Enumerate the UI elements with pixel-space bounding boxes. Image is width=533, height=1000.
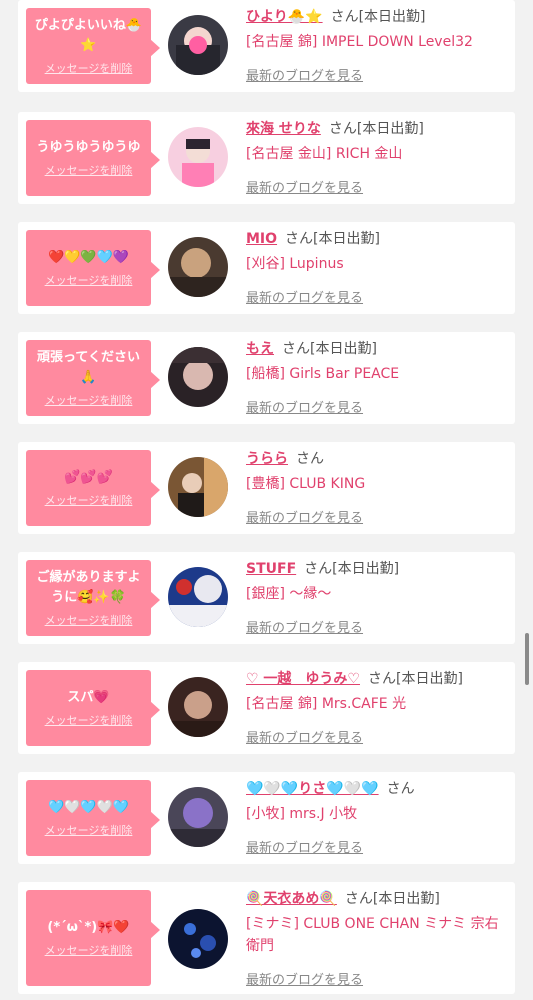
status-text: [本日出勤] [372,891,440,907]
latest-blog-link[interactable]: 最新のブログを見る [246,617,363,636]
shop-text: [名古屋 金山] RICH 金山 [246,146,403,162]
latest-blog-link[interactable]: 最新のブログを見る [246,287,363,306]
avatar[interactable] [168,127,228,187]
message-bubble: ご縁がありますように🥰✨🍀 メッセージを削除 [26,560,160,636]
avatar[interactable] [168,15,228,75]
list-item: うゆうゆうゆうゆ メッセージを削除 來海 せりな さん[本日出勤] [名古屋 金山… [18,112,515,204]
delete-message-link[interactable]: メッセージを削除 [45,822,133,838]
cast-name-link[interactable]: 🩵🤍🩵りさ🩵🤍🩵 [246,781,379,797]
shop-text: [名古屋 錦] IMPEL DOWN Level32 [246,34,473,50]
message-text: うゆうゆうゆうゆ [36,140,141,155]
message-bubble: ❤️💛💚🩵💜 メッセージを削除 [26,230,160,306]
message-bubble: ぴよぴよいいね🐣⭐ メッセージを削除 [26,8,160,84]
list-item: ❤️💛💚🩵💜 メッセージを削除 MIO さん[本日出勤] [刈谷] Lupinus… [18,222,515,314]
list-item: 頑張ってください🙏 メッセージを削除 もえ さん[本日出勤] [船橋] Girls… [18,332,515,424]
list-item: 💕💕💕 メッセージを削除 うらら さん [豊橋] CLUB KING 最新のブログ… [18,442,515,534]
message-text: (*´ω`*)🎀❤️ [47,920,130,935]
cast-name-link[interactable]: ひより🐣⭐ [246,9,323,25]
status-text: [本日出勤] [332,561,400,577]
list-item: (*´ω`*)🎀❤️ メッセージを削除 🍭天衣あめ🍭 さん[本日出勤] [ミナミ]… [18,882,515,994]
latest-blog-link[interactable]: 最新のブログを見る [246,507,363,526]
status-text: [本日出勤] [358,9,426,25]
list-item: ぴよぴよいいね🐣⭐ メッセージを削除 ひより🐣⭐ さん[本日出勤] [名古屋 錦]… [18,0,515,92]
latest-blog-link[interactable]: 最新のブログを見る [246,177,363,196]
honorific: さん [285,231,314,247]
delete-message-link[interactable]: メッセージを削除 [45,60,133,76]
delete-message-link[interactable]: メッセージを削除 [45,392,133,408]
avatar[interactable] [168,677,228,737]
latest-blog-link[interactable]: 最新のブログを見る [246,397,363,416]
message-text: ❤️💛💚🩵💜 [48,250,129,265]
message-bubble: 頑張ってください🙏 メッセージを削除 [26,340,160,416]
message-text: 頑張ってください🙏 [37,350,140,385]
cast-name-link[interactable]: MIO [246,231,277,247]
shop-text: [刈谷] Lupinus [246,256,344,272]
shop-text: [名古屋 錦] Mrs.CAFE 光 [246,696,407,712]
message-bubble: スパ💗 メッセージを削除 [26,670,160,746]
avatar[interactable] [168,237,228,297]
delete-message-link[interactable]: メッセージを削除 [45,942,133,958]
cast-name-link[interactable]: 🍭天衣あめ🍭 [246,891,337,907]
cast-name-link[interactable]: STUFF [246,561,296,577]
list-item: ご縁がありますように🥰✨🍀 メッセージを削除 STUFF さん[本日出勤] [銀座… [18,552,515,644]
honorific: さん [296,451,324,467]
message-text: スパ💗 [67,690,110,705]
message-text: 💕💕💕 [64,470,113,485]
honorific: さん [282,341,310,357]
message-bubble: 🩵🤍🩵🤍🩵 メッセージを削除 [26,780,160,856]
delete-message-link[interactable]: メッセージを削除 [45,492,133,508]
latest-blog-link[interactable]: 最新のブログを見る [246,969,363,988]
avatar[interactable] [168,567,228,627]
shop-text: [豊橋] CLUB KING [246,476,366,492]
list-item: 🩵🤍🩵🤍🩵 メッセージを削除 🩵🤍🩵りさ🩵🤍🩵 さん [小牧] mrs.J 小牧 … [18,772,515,864]
message-bubble: うゆうゆうゆうゆ メッセージを削除 [26,120,160,196]
delete-message-link[interactable]: メッセージを削除 [45,612,133,628]
delete-message-link[interactable]: メッセージを削除 [45,162,133,178]
avatar[interactable] [168,347,228,407]
honorific: さん [330,9,359,25]
message-bubble: (*´ω`*)🎀❤️ メッセージを削除 [26,890,160,986]
status-text: [本日出勤] [395,671,463,687]
message-bubble: 💕💕💕 メッセージを削除 [26,450,160,526]
avatar[interactable] [168,787,228,847]
honorific: さん [304,561,333,577]
honorific: さん [328,121,357,137]
cast-name-link[interactable]: もえ [246,341,274,357]
honorific: さん [386,781,415,797]
latest-blog-link[interactable]: 最新のブログを見る [246,65,363,84]
shop-text: [ミナミ] CLUB ONE CHAN ミナミ 宗右衛門 [246,916,499,954]
message-text: 🩵🤍🩵🤍🩵 [48,800,129,815]
scrollbar[interactable] [525,633,529,685]
honorific: さん [367,671,396,687]
message-text: ぴよぴよいいね🐣⭐ [34,18,143,53]
shop-text: [小牧] mrs.J 小牧 [246,806,358,822]
avatar[interactable] [168,457,228,517]
status-text: [本日出勤] [356,121,424,137]
cast-name-link[interactable]: うらら [246,451,288,467]
status-text: [本日出勤] [310,341,377,357]
delete-message-link[interactable]: メッセージを削除 [45,712,133,728]
shop-text: [船橋] Girls Bar PEACE [246,366,400,382]
delete-message-link[interactable]: メッセージを削除 [45,272,133,288]
status-text: [本日出勤] [313,231,380,247]
latest-blog-link[interactable]: 最新のブログを見る [246,727,363,746]
shop-text: [銀座] 〜縁〜 [246,586,332,602]
cast-name-link[interactable]: ♡ 一越 ゆうみ♡ [246,671,360,687]
avatar[interactable] [168,909,228,969]
cast-name-link[interactable]: 來海 せりな [246,121,321,137]
list-item: スパ💗 メッセージを削除 ♡ 一越 ゆうみ♡ さん[本日出勤] [名古屋 錦] M… [18,662,515,754]
latest-blog-link[interactable]: 最新のブログを見る [246,837,363,856]
honorific: さん [344,891,373,907]
message-text: ご縁がありますように🥰✨🍀 [36,570,141,605]
